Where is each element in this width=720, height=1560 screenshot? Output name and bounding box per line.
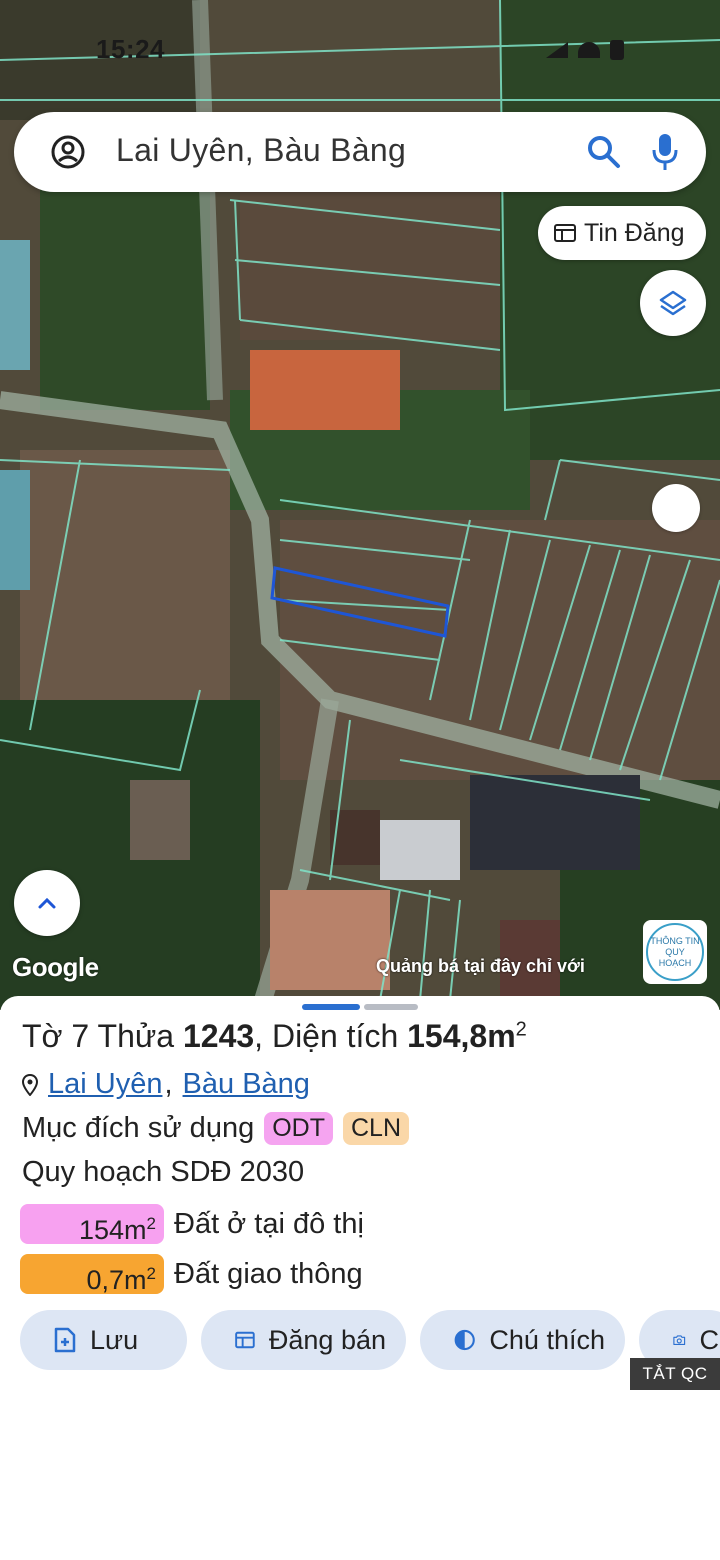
area-breakdown-row: 154m2 Đất ở tại đô thị	[20, 1204, 364, 1245]
account-icon[interactable]	[50, 134, 86, 170]
legend-button[interactable]: Chú thích	[420, 1310, 625, 1370]
area-value-text: 0,7m	[86, 1265, 147, 1295]
camera-label: C	[699, 1324, 720, 1355]
area-value: 0,7m2	[20, 1254, 164, 1295]
sheet-handle[interactable]	[364, 1004, 418, 1010]
badge-logo: THÔNG TIN QUY HOẠCH	[646, 923, 704, 981]
area-unit-sup: 2	[515, 1018, 527, 1041]
action-chips: Lưu Đăng bán Chú thích C	[20, 1310, 720, 1370]
listing-icon	[235, 1331, 255, 1349]
map-slider-handle[interactable]	[652, 484, 700, 532]
search-icon[interactable]	[586, 134, 622, 170]
post-sale-label: Đăng bán	[268, 1324, 386, 1355]
save-label: Lưu	[90, 1324, 139, 1355]
expand-button[interactable]	[14, 870, 80, 936]
area-value-text: 154m	[78, 1215, 147, 1245]
contrast-icon	[454, 1329, 475, 1351]
camera-icon	[673, 1335, 686, 1346]
legend-label: Chú thích	[489, 1324, 605, 1355]
title-mid: , Diện tích	[254, 1018, 408, 1054]
area-label: Đất giao thông	[174, 1257, 363, 1290]
add-document-icon	[54, 1327, 76, 1353]
badge-line-2: QUY HOẠCH	[658, 946, 692, 968]
parcel-number: 1243	[182, 1018, 255, 1054]
ad-banner-text[interactable]: Quảng bá tại đây chỉ với	[376, 956, 585, 977]
chevron-up-icon	[38, 897, 56, 909]
layers-icon	[659, 290, 687, 316]
purpose-tag-cln[interactable]: CLN	[342, 1112, 409, 1145]
battery-icon	[610, 40, 624, 60]
area-value-sup: 2	[146, 1214, 156, 1233]
save-button[interactable]: Lưu	[20, 1310, 187, 1370]
wifi-icon	[578, 42, 600, 58]
title-prefix: Tờ 7 Thửa	[22, 1018, 183, 1054]
status-time: 15:24	[96, 34, 165, 64]
search-query[interactable]: Lai Uyên, Bàu Bàng	[116, 132, 406, 169]
plan-label: Quy hoạch SDĐ 2030	[22, 1156, 305, 1188]
purpose-tag-odt[interactable]: ODT	[264, 1112, 333, 1145]
parcel-info-sheet[interactable]: Tờ 7 Thửa 1243, Diện tích 154,8m2 Lai Uy…	[0, 996, 720, 1560]
location-district-link[interactable]: Bàu Bàng	[183, 1068, 310, 1101]
microphone-icon[interactable]	[650, 132, 680, 172]
purpose-label: Mục đích sử dụng	[22, 1112, 255, 1144]
area-label: Đất ở tại đô thị	[174, 1207, 364, 1240]
area-value-sup: 2	[146, 1264, 156, 1283]
location-commune-link[interactable]: Lai Uyên	[48, 1068, 162, 1101]
land-use-purpose: Mục đích sử dụng ODT CLN	[22, 1112, 409, 1145]
listing-icon	[554, 224, 576, 242]
parcel-area: 154,8m	[407, 1018, 516, 1054]
area-breakdown-row: 0,7m2 Đất giao thông	[20, 1254, 363, 1295]
close-ads-button[interactable]: TẮT QC	[630, 1358, 720, 1390]
location-separator: ,	[164, 1068, 173, 1100]
badge-line-1: THÔNG TIN	[650, 935, 700, 946]
status-icons	[546, 40, 624, 60]
parcel-title: Tờ 7 Thửa 1243, Diện tích 154,8m2	[22, 1018, 527, 1055]
tin-dang-button[interactable]: Tin Đăng	[538, 206, 706, 260]
parcel-location: Lai Uyên , Bàu Bàng	[22, 1068, 310, 1101]
location-pin-icon	[22, 1073, 38, 1096]
thong-tin-quy-hoach-badge[interactable]: THÔNG TIN QUY HOẠCH	[643, 920, 707, 984]
google-logo: Google	[12, 952, 99, 982]
tin-dang-label: Tin Đăng	[584, 218, 685, 247]
search-bar[interactable]: Lai Uyên, Bàu Bàng	[14, 112, 706, 192]
sheet-handle-active[interactable]	[302, 1004, 360, 1010]
satellite-map[interactable]: 15:24 Lai Uyên, Bàu Bàng Tin Đăng Google…	[0, 0, 720, 1010]
post-sale-button[interactable]: Đăng bán	[201, 1310, 406, 1370]
layers-button[interactable]	[640, 270, 706, 336]
area-value: 154m2	[20, 1204, 164, 1245]
signal-icon	[546, 42, 568, 58]
